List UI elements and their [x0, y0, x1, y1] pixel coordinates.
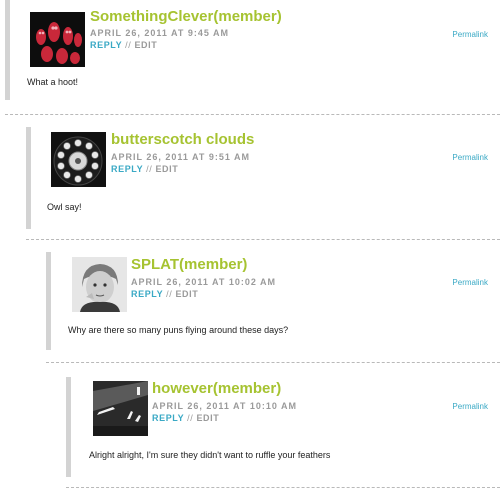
- thread-bar: [66, 377, 71, 477]
- comment-actions: REPLY // EDIT: [90, 40, 157, 51]
- permalink-link[interactable]: Permalink: [452, 278, 488, 288]
- rotary-phone-avatar-icon[interactable]: [51, 132, 106, 187]
- comment-date: APRIL 26, 2011 AT 10:10 AM: [152, 401, 298, 411]
- comment-4: however(member) APRIL 26, 2011 AT 10:10 …: [0, 365, 500, 492]
- comment-divider: [46, 362, 500, 363]
- reply-link[interactable]: REPLY: [90, 40, 122, 50]
- edit-link[interactable]: EDIT: [134, 40, 157, 50]
- comment-1: SomethingClever(member) APRIL 26, 2011 A…: [0, 0, 500, 115]
- comment-2: butterscotch clouds APRIL 26, 2011 AT 9:…: [0, 115, 500, 240]
- permalink-link[interactable]: Permalink: [452, 30, 488, 40]
- comment-text: Why are there so many puns flying around…: [68, 325, 289, 335]
- comment-date: APRIL 26, 2011 AT 10:02 AM: [131, 277, 277, 287]
- reply-link[interactable]: REPLY: [111, 164, 143, 174]
- permalink-link[interactable]: Permalink: [452, 402, 488, 412]
- edit-link[interactable]: EDIT: [175, 289, 198, 299]
- comment-author[interactable]: SPLAT(member): [131, 257, 247, 273]
- comment-actions: REPLY // EDIT: [131, 289, 198, 300]
- thread-bar: [26, 127, 31, 229]
- comment-divider: [66, 487, 500, 488]
- comment-date: APRIL 26, 2011 AT 9:45 AM: [90, 28, 230, 38]
- comment-author[interactable]: butterscotch clouds: [111, 132, 254, 148]
- permalink-link[interactable]: Permalink: [452, 153, 488, 163]
- comment-actions: REPLY // EDIT: [152, 413, 219, 424]
- comment-text: Alright alright, I'm sure they didn't wa…: [89, 450, 331, 460]
- owls-avatar-icon[interactable]: [30, 12, 85, 67]
- comment-author[interactable]: SomethingClever(member): [90, 9, 282, 25]
- edit-link[interactable]: EDIT: [196, 413, 219, 423]
- comment-author[interactable]: however(member): [152, 381, 281, 397]
- comment-3: SPLAT(member) APRIL 26, 2011 AT 10:02 AM…: [0, 240, 500, 365]
- comment-text: What a hoot!: [27, 77, 79, 87]
- comment-text: Owl say!: [47, 202, 82, 212]
- boy-photo-avatar-icon[interactable]: [72, 257, 127, 312]
- thread-bar: [46, 252, 51, 350]
- thread-bar: [5, 0, 10, 100]
- reply-link[interactable]: REPLY: [131, 289, 163, 299]
- comment-actions: REPLY // EDIT: [111, 164, 178, 175]
- comment-date: APRIL 26, 2011 AT 9:51 AM: [111, 152, 251, 162]
- road-marking-avatar-icon[interactable]: [93, 381, 148, 436]
- reply-link[interactable]: REPLY: [152, 413, 184, 423]
- edit-link[interactable]: EDIT: [155, 164, 178, 174]
